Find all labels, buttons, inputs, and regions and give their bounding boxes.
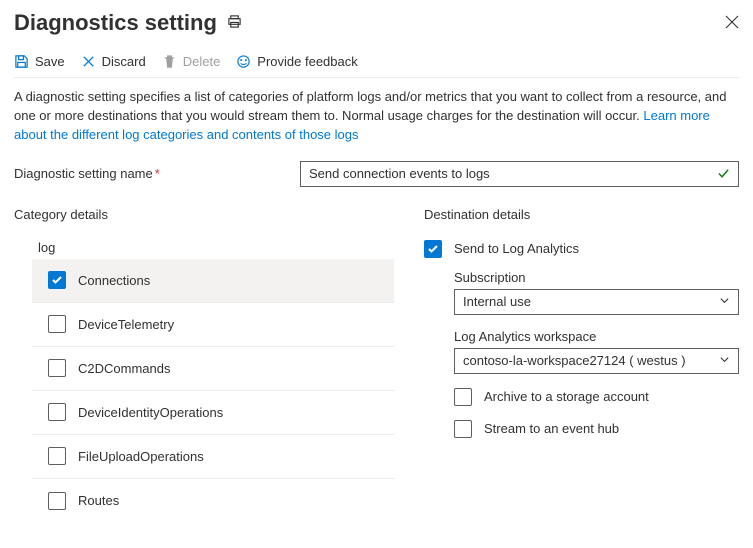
checkbox-archive[interactable] [454, 388, 472, 406]
destination-title: Destination details [424, 207, 739, 222]
destination-column: Destination details Send to Log Analytic… [424, 207, 739, 523]
stream-label: Stream to an event hub [484, 421, 619, 436]
log-item-deviceidentityoperations[interactable]: DeviceIdentityOperations [32, 391, 394, 435]
name-input-wrapper[interactable] [300, 161, 739, 187]
log-group-label: log [14, 240, 394, 255]
archive-label: Archive to a storage account [484, 389, 649, 404]
description-text: A diagnostic setting specifies a list of… [14, 89, 726, 123]
save-icon [14, 54, 29, 69]
workspace-label: Log Analytics workspace [454, 329, 739, 344]
checkbox-fileuploadoperations[interactable] [48, 447, 66, 465]
save-button[interactable]: Save [14, 54, 65, 69]
close-icon[interactable] [725, 15, 739, 32]
dest-send-log-analytics[interactable]: Send to Log Analytics [424, 240, 739, 258]
subscription-block: Subscription Internal use [424, 270, 739, 315]
panel-header: Diagnostics setting [14, 10, 739, 36]
workspace-value: contoso-la-workspace27124 ( westus ) [463, 353, 686, 368]
workspace-dropdown[interactable]: contoso-la-workspace27124 ( westus ) [454, 348, 739, 374]
description: A diagnostic setting specifies a list of… [14, 88, 739, 145]
log-category-list: Connections DeviceTelemetry C2DCommands … [32, 259, 394, 523]
dest-archive-storage[interactable]: Archive to a storage account [424, 388, 739, 406]
log-label-routes: Routes [78, 493, 119, 508]
save-label: Save [35, 54, 65, 69]
feedback-button[interactable]: Provide feedback [236, 54, 357, 69]
print-icon[interactable] [227, 14, 242, 32]
discard-label: Discard [102, 54, 146, 69]
checkbox-deviceidentityoperations[interactable] [48, 403, 66, 421]
discard-button[interactable]: Discard [81, 54, 146, 69]
details-columns: Category details log Connections DeviceT… [14, 207, 739, 523]
log-label-c2dcommands: C2DCommands [78, 361, 170, 376]
chevron-down-icon [719, 294, 730, 309]
log-item-devicetelemetry[interactable]: DeviceTelemetry [32, 303, 394, 347]
toolbar-divider [14, 77, 739, 78]
page-title: Diagnostics setting [14, 10, 217, 36]
workspace-block: Log Analytics workspace contoso-la-works… [424, 329, 739, 374]
feedback-icon [236, 54, 251, 69]
checkbox-stream[interactable] [454, 420, 472, 438]
delete-label: Delete [183, 54, 221, 69]
log-label-devicetelemetry: DeviceTelemetry [78, 317, 174, 332]
log-label-deviceidentityoperations: DeviceIdentityOperations [78, 405, 223, 420]
subscription-dropdown[interactable]: Internal use [454, 289, 739, 315]
category-column: Category details log Connections DeviceT… [14, 207, 394, 523]
category-title: Category details [14, 207, 394, 222]
checkbox-c2dcommands[interactable] [48, 359, 66, 377]
log-item-routes[interactable]: Routes [32, 479, 394, 523]
log-label-fileuploadoperations: FileUploadOperations [78, 449, 204, 464]
log-label-connections: Connections [78, 273, 150, 288]
feedback-label: Provide feedback [257, 54, 357, 69]
checkbox-connections[interactable] [48, 271, 66, 289]
required-asterisk: * [155, 166, 160, 181]
log-item-connections[interactable]: Connections [32, 259, 394, 303]
log-item-c2dcommands[interactable]: C2DCommands [32, 347, 394, 391]
delete-button: Delete [162, 54, 221, 69]
name-field-row: Diagnostic setting name* [14, 161, 739, 187]
log-item-fileuploadoperations[interactable]: FileUploadOperations [32, 435, 394, 479]
validation-check-icon [717, 167, 730, 180]
name-field-label: Diagnostic setting name* [14, 166, 300, 181]
subscription-label: Subscription [454, 270, 739, 285]
dest-stream-eventhub[interactable]: Stream to an event hub [424, 420, 739, 438]
toolbar: Save Discard Delete Provide feedback [14, 54, 739, 69]
delete-icon [162, 54, 177, 69]
checkbox-devicetelemetry[interactable] [48, 315, 66, 333]
checkbox-send-la[interactable] [424, 240, 442, 258]
diagnostic-name-input[interactable] [309, 166, 717, 181]
discard-icon [81, 54, 96, 69]
chevron-down-icon [719, 353, 730, 368]
send-la-label: Send to Log Analytics [454, 241, 579, 256]
checkbox-routes[interactable] [48, 492, 66, 510]
subscription-value: Internal use [463, 294, 531, 309]
